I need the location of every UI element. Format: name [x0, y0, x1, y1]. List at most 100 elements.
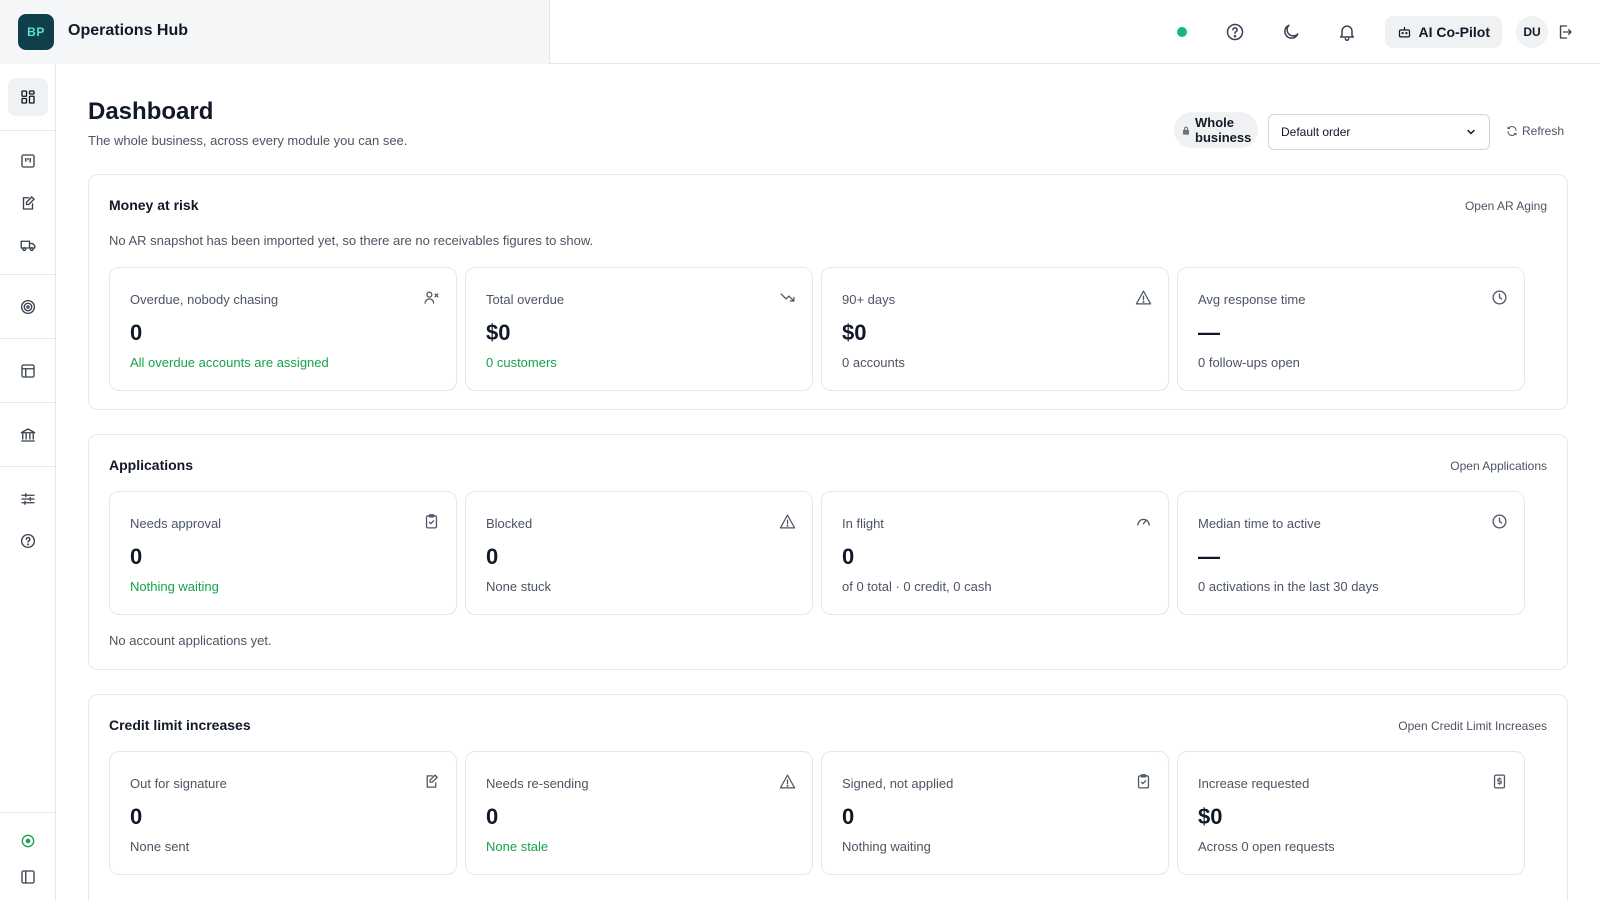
card-total-overdue[interactable]: Total overdue $0 0 customers	[465, 267, 813, 391]
card-label: Needs re-sending	[486, 776, 589, 791]
brand-area: BP Operations Hub	[0, 0, 550, 64]
card-value: 0	[486, 544, 499, 569]
card-90-plus-days[interactable]: 90+ days $0 0 accounts	[821, 267, 1169, 391]
clipboard-check-icon	[1134, 772, 1152, 790]
sidebar-item-shipping[interactable]	[8, 226, 48, 264]
open-applications-link[interactable]: Open Applications	[1450, 459, 1547, 473]
clock-icon	[1490, 288, 1508, 306]
sidebar-item-edit[interactable]	[8, 184, 48, 222]
clock-icon	[1490, 512, 1508, 530]
card-value: 0	[130, 320, 143, 345]
card-value: 0	[130, 544, 143, 569]
section-credit-limit-increases: Credit limit increases Open Credit Limit…	[88, 694, 1568, 900]
card-label: In flight	[842, 516, 884, 531]
card-subtext: 0 activations in the last 30 days	[1198, 579, 1379, 594]
refresh-label: Refresh	[1522, 124, 1565, 138]
sidebar	[0, 64, 56, 900]
card-label: Avg response time	[1198, 292, 1306, 307]
main-content: Dashboard The whole business, across eve…	[56, 64, 1600, 900]
top-actions: AI Co-Pilot DU	[1177, 14, 1576, 50]
section-note: No AR snapshot has been imported yet, so…	[109, 233, 594, 248]
open-credit-limit-increases-link[interactable]: Open Credit Limit Increases	[1398, 719, 1547, 733]
card-subtext: None stale	[486, 839, 549, 854]
sidebar-item-settings[interactable]	[8, 480, 48, 518]
sidebar-item-kanban[interactable]	[8, 142, 48, 180]
open-ar-aging-link[interactable]: Open AR Aging	[1465, 199, 1547, 213]
sidebar-item-help[interactable]	[8, 522, 48, 560]
help-icon[interactable]	[1217, 14, 1253, 50]
card-label: Increase requested	[1198, 776, 1310, 791]
user-x-icon	[422, 288, 440, 306]
card-median-time-to-active[interactable]: Median time to active — 0 activations in…	[1177, 491, 1525, 615]
card-subtext: Nothing waiting	[842, 839, 931, 854]
section-money-at-risk: Money at risk Open AR Aging No AR snapsh…	[88, 174, 1568, 410]
card-needs-re-sending[interactable]: Needs re-sending 0 None stale	[465, 751, 813, 875]
card-overdue-nobody-chasing[interactable]: Overdue, nobody chasing 0 All overdue ac…	[109, 267, 457, 391]
card-subtext: 0 customers	[486, 355, 557, 370]
bot-icon	[1397, 25, 1412, 40]
card-value: 0	[842, 804, 855, 829]
status-icon[interactable]	[8, 822, 48, 860]
card-value: $0	[486, 320, 511, 345]
chevron-down-icon	[1465, 126, 1477, 138]
panel-toggle-icon[interactable]	[8, 858, 48, 896]
card-label: Median time to active	[1198, 516, 1321, 531]
card-value: $0	[1198, 804, 1223, 829]
warning-icon	[1134, 288, 1152, 306]
refresh-icon	[1506, 125, 1518, 137]
card-subtext: None stuck	[486, 579, 552, 594]
card-blocked[interactable]: Blocked 0 None stuck	[465, 491, 813, 615]
card-subtext: Across 0 open requests	[1198, 839, 1335, 854]
card-value: 0	[130, 804, 143, 829]
dollar-receipt-icon	[1490, 772, 1508, 790]
card-subtext: 0 accounts	[842, 355, 905, 370]
card-out-for-signature[interactable]: Out for signature 0 None sent	[109, 751, 457, 875]
trending-down-icon	[778, 288, 796, 306]
card-increase-requested[interactable]: Increase requested $0 Across 0 open requ…	[1177, 751, 1525, 875]
card-subtext: 0 follow-ups open	[1198, 355, 1300, 370]
lock-icon	[1182, 126, 1190, 135]
card-label: Signed, not applied	[842, 776, 954, 791]
card-needs-approval[interactable]: Needs approval 0 Nothing waiting	[109, 491, 457, 615]
scope-pill[interactable]: Whole business	[1174, 112, 1258, 148]
scope-label: Whole business	[1195, 115, 1252, 145]
moon-icon[interactable]	[1273, 14, 1309, 50]
order-select-value: Default order	[1281, 125, 1351, 139]
card-subtext: None sent	[130, 839, 190, 854]
page-subtitle: The whole business, across every module …	[88, 133, 408, 148]
order-select[interactable]: Default order	[1268, 114, 1490, 150]
card-value: 0	[842, 544, 855, 569]
user-avatar[interactable]: DU	[1516, 16, 1548, 48]
refresh-button[interactable]: Refresh	[1506, 124, 1564, 138]
card-label: 90+ days	[842, 292, 896, 307]
top-bar: BP Operations Hub AI Co-Pilot DU	[0, 0, 1600, 64]
card-signed-not-applied[interactable]: Signed, not applied 0 Nothing waiting	[821, 751, 1169, 875]
logout-icon[interactable]	[1554, 21, 1576, 43]
card-avg-response-time[interactable]: Avg response time — 0 follow-ups open	[1177, 267, 1525, 391]
sidebar-item-bank[interactable]	[8, 416, 48, 454]
section-title: Credit limit increases	[109, 717, 251, 733]
card-value: $0	[842, 320, 867, 345]
section-title: Money at risk	[109, 197, 199, 213]
clipboard-check-icon	[422, 512, 440, 530]
card-label: Needs approval	[130, 516, 222, 531]
page-title: Dashboard	[88, 98, 214, 125]
section-title: Applications	[109, 457, 194, 473]
sidebar-item-targets[interactable]	[8, 288, 48, 326]
warning-icon	[778, 512, 796, 530]
card-in-flight[interactable]: In flight 0 of 0 total · 0 credit, 0 cas…	[821, 491, 1169, 615]
sidebar-item-table[interactable]	[8, 352, 48, 390]
app-title: Operations Hub	[68, 22, 189, 39]
card-subtext: All overdue accounts are assigned	[130, 355, 329, 370]
gauge-icon	[1134, 512, 1152, 530]
brand-logo[interactable]: BP	[18, 14, 54, 50]
ai-copilot-button[interactable]: AI Co-Pilot	[1385, 16, 1502, 48]
card-value: —	[1198, 544, 1220, 569]
card-subtext: Nothing waiting	[130, 579, 219, 594]
sidebar-item-dashboard[interactable]	[8, 78, 48, 116]
copilot-label: AI Co-Pilot	[1418, 24, 1490, 40]
card-label: Total overdue	[486, 292, 565, 307]
card-label: Blocked	[486, 516, 533, 531]
bell-icon[interactable]	[1329, 14, 1365, 50]
card-label: Out for signature	[130, 776, 227, 791]
